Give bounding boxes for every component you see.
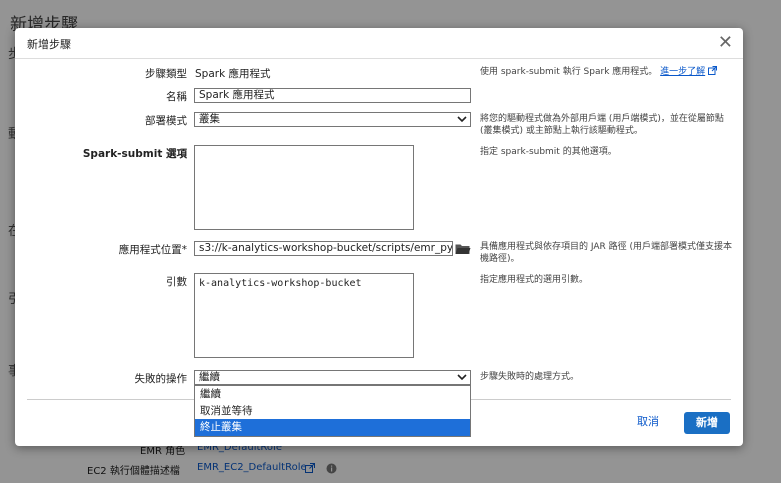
step-type-label: 步驟類型 [145,68,187,80]
spark-submit-label: Spark-submit 選項 [82,148,187,160]
arguments-textarea[interactable]: k-analytics-workshop-bucket [194,273,414,358]
spark-submit-help: 指定 spark-submit 的其他選項。 [480,147,617,157]
app-location-input[interactable]: s3://k-analytics-workshop-bucket/scripts… [194,241,453,256]
name-label: 名稱 [166,91,187,103]
deploy-mode-value: 叢集 [199,113,220,125]
dropdown-option-highlighted[interactable]: 終止叢集 [195,419,470,436]
dialog-title: 新增步驟 [27,38,71,51]
add-step-dialog: 新增步驟 ✕ 步驟類型 Spark 應用程式 使用 spark-submit 執… [15,28,743,446]
step-type-help: 使用 spark-submit 執行 Spark 應用程式。 進一步了解 [480,66,732,78]
cancel-button[interactable]: 取消 [637,413,659,429]
app-location-label: 應用程式位置* [118,244,187,256]
deploy-mode-help: 將您的驅動程式做為外部用戶端 (用戶端模式)，並在從屬節點 (叢集模式) 或主節… [480,114,724,136]
deploy-mode-select[interactable]: 叢集 [194,112,471,127]
deploy-mode-label: 部署模式 [145,115,187,127]
chevron-down-icon [457,116,467,123]
folder-icon[interactable] [455,243,471,255]
action-on-failure-select[interactable]: 繼續 [194,370,471,385]
action-on-failure-label: 失敗的操作 [134,373,188,385]
action-on-failure-help: 步驟失敗時的處理方式。 [480,372,580,382]
action-on-failure-value: 繼續 [199,371,220,383]
name-input[interactable]: Spark 應用程式 [194,88,471,103]
step-type-help-text: 使用 spark-submit 執行 Spark 應用程式。 [480,67,658,77]
step-type-value: Spark 應用程式 [195,68,271,80]
app-location-help: 具備應用程式與依存項目的 JAR 路徑 (用戶端部署模式僅支援本機路徑)。 [480,242,733,264]
dropdown-option[interactable]: 取消並等待 [195,403,470,420]
arguments-label: 引數 [166,276,187,288]
learn-more-link[interactable]: 進一步了解 [660,67,705,77]
close-icon[interactable]: ✕ [718,32,733,53]
external-link-icon [708,66,718,75]
arguments-help: 指定應用程式的選用引數。 [480,275,589,285]
dialog-header: 新增步驟 ✕ [15,28,743,59]
dropdown-option[interactable]: 繼續 [195,386,470,403]
spark-submit-textarea[interactable] [194,145,414,230]
add-button[interactable]: 新增 [684,412,730,434]
action-on-failure-dropdown: 繼續 取消並等待 終止叢集 [194,385,471,437]
chevron-down-icon [457,374,467,381]
